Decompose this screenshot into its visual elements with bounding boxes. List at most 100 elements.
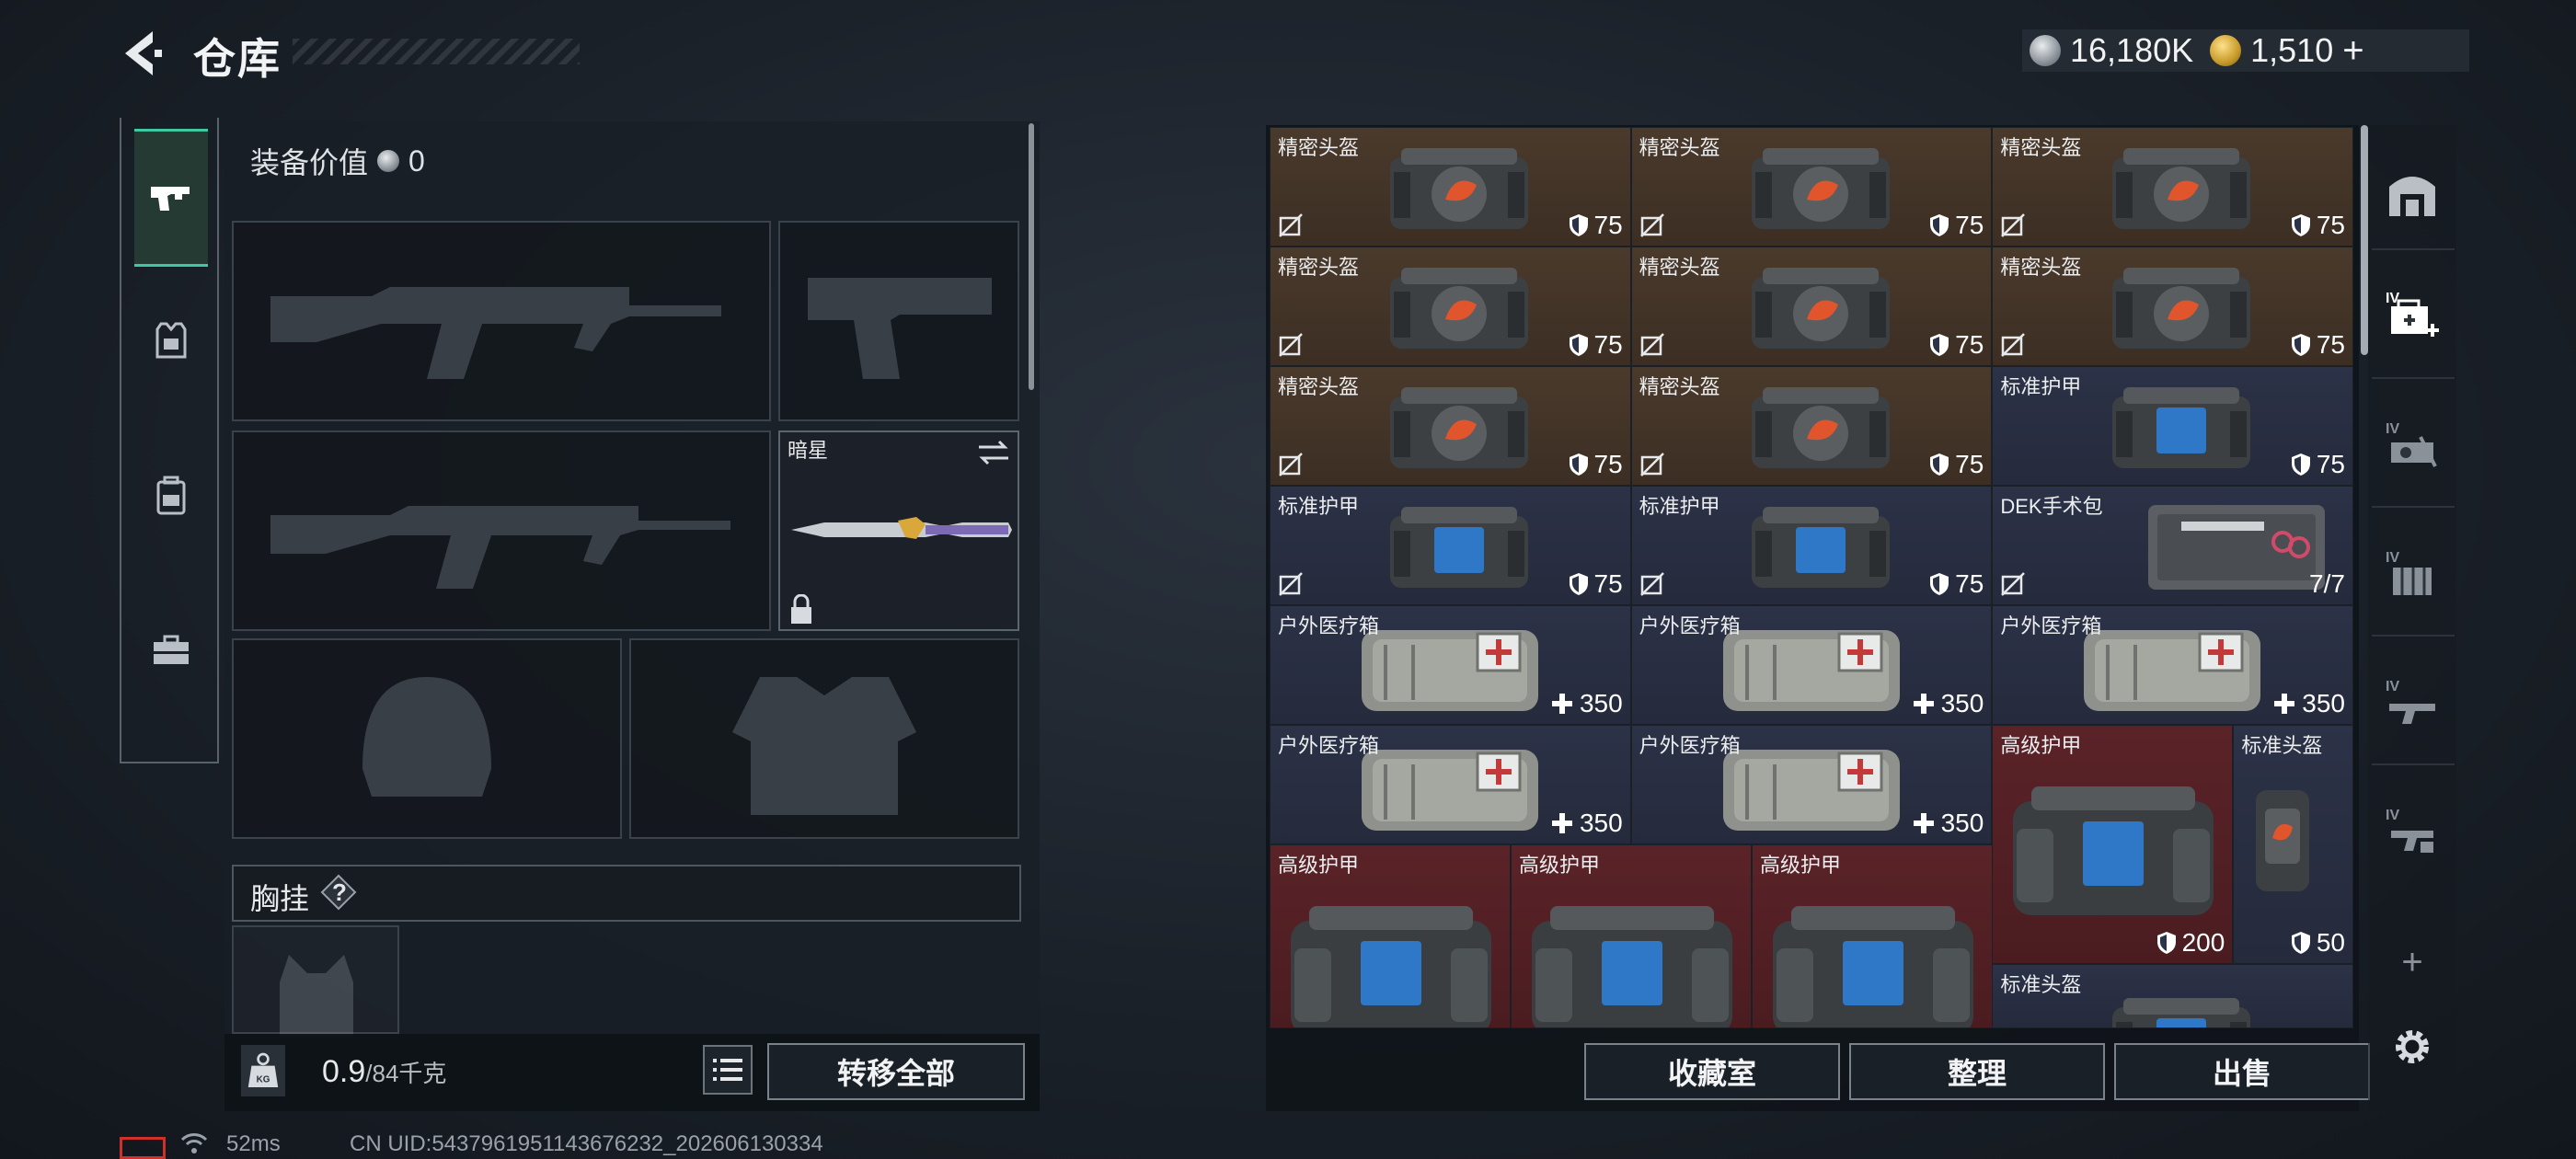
help-button[interactable]: ? (320, 874, 357, 911)
gold-currency[interactable]: 1,510 + (2210, 30, 2364, 72)
chest-rig-silhouette-icon (280, 955, 353, 1038)
item-name: 标准护甲 (1278, 495, 1360, 518)
item-value: 75 (2291, 450, 2345, 479)
smallhelmet-item-icon (2250, 781, 2315, 905)
shield-icon (2291, 932, 2310, 954)
item-value: 75 (1929, 569, 1984, 599)
item-value: 75 (1929, 211, 1984, 240)
uninsured-icon (1639, 213, 1664, 237)
weapon-bench-button[interactable]: IV (2379, 671, 2445, 738)
back-button[interactable] (118, 28, 166, 79)
weight-icon: KG (241, 1045, 285, 1096)
storage-item[interactable]: 标准头盔 50 (2233, 725, 2353, 964)
storage-item[interactable]: 户外医疗箱 350 (1270, 725, 1631, 844)
rifle-silhouette-icon (270, 506, 730, 589)
item-name: 精密头盔 (2000, 136, 2082, 159)
transfer-all-button[interactable]: 转移全部 (767, 1043, 1025, 1100)
storage-item[interactable]: 精密头盔 75 (1270, 366, 1631, 486)
storage-item[interactable]: 精密头盔 75 (1630, 247, 1993, 366)
item-name: 标准头盔 (2000, 973, 2082, 996)
body-armor-slot[interactable] (629, 638, 1019, 839)
add-currency-button[interactable]: + (2342, 30, 2363, 72)
item-name: 标准头盔 (2241, 734, 2323, 757)
storage-item[interactable]: 精密头盔 75 (1270, 247, 1631, 366)
storage-scrollbar[interactable] (2361, 125, 2368, 355)
item-value-text: 50 (2316, 928, 2345, 957)
storage-item[interactable]: 高级护甲 (1511, 844, 1752, 1028)
storage-item[interactable]: 精密头盔 75 (1630, 366, 1993, 486)
nav-backpack[interactable] (134, 427, 208, 565)
tier-label: IV (2386, 421, 2399, 437)
item-value: 200 (2156, 928, 2225, 958)
list-view-button[interactable] (703, 1045, 753, 1095)
collection-room-button[interactable]: 收藏室 (1584, 1043, 1840, 1100)
list-icon (713, 1059, 742, 1081)
item-value-text: 75 (1955, 569, 1984, 598)
uninsured-icon (2001, 333, 2026, 357)
pistol-slot[interactable] (778, 221, 1019, 421)
helmet-slot[interactable] (232, 638, 622, 839)
storage-item[interactable]: 标准护甲 75 (1992, 366, 2353, 486)
sell-button[interactable]: 出售 (2114, 1043, 2370, 1100)
vest-silhouette-icon (732, 677, 916, 815)
loadout-category-nav (120, 118, 219, 763)
shield-icon (1569, 214, 1588, 236)
divider (2372, 635, 2455, 637)
item-value: 350 (1912, 689, 1984, 718)
storage-item[interactable]: 精密头盔 75 (1992, 247, 2353, 366)
nav-case[interactable] (134, 581, 208, 719)
safe-room-button[interactable] (2379, 160, 2445, 226)
storage-item[interactable]: 高级护甲 200 (1992, 725, 2234, 964)
swap-icon[interactable] (975, 436, 1012, 469)
item-value: 7/7 (2309, 569, 2345, 599)
item-name: 精密头盔 (1278, 375, 1360, 398)
item-value-text: 75 (1955, 211, 1984, 239)
item-name: 户外医疗箱 (1278, 734, 1380, 757)
storage-item[interactable]: 高级护甲 (1270, 844, 1511, 1028)
loadout-scrollbar[interactable] (1029, 123, 1034, 390)
ping-readout: 52ms (226, 1131, 281, 1156)
item-value: 75 (1569, 211, 1623, 240)
storage-item[interactable]: 户外医疗箱 350 (1630, 725, 1993, 844)
workbench-button[interactable]: IV (2379, 414, 2445, 480)
storage-item[interactable]: 高级护甲 (1752, 844, 1993, 1028)
storage-level4-icon: IV (2386, 550, 2432, 595)
item-value: 75 (1929, 330, 1984, 360)
storage-item[interactable]: 标准护甲 75 (1270, 486, 1631, 605)
medical-level4-icon: IV (2386, 291, 2439, 337)
armor-bench-button[interactable]: IV (2379, 800, 2445, 866)
storage-item[interactable]: 户外医疗箱 350 (1630, 605, 1993, 725)
sort-button[interactable]: 整理 (1849, 1043, 2105, 1100)
chest-rig-label: 胸挂 (250, 882, 310, 915)
battery-icon (120, 1137, 166, 1159)
item-name: 精密头盔 (1278, 136, 1360, 159)
silver-coin-icon (2030, 35, 2061, 66)
currency-bar: 16,180K 1,510 + (2022, 29, 2469, 72)
chest-rig-slot[interactable] (232, 925, 399, 1038)
storage-item[interactable]: 标准头盔 (1992, 964, 2353, 1028)
storage-item[interactable]: DEK手术包 7/7 (1992, 486, 2353, 605)
primary-weapon-slot-1[interactable] (232, 221, 771, 421)
primary-weapon-slot-2[interactable] (232, 430, 771, 631)
medical-station-button[interactable]: IV (2379, 283, 2445, 350)
storage-item[interactable]: 精密头盔 75 (1630, 127, 1993, 247)
item-name: 高级护甲 (2000, 734, 2082, 757)
nav-armor[interactable] (134, 272, 208, 410)
storage-item[interactable]: 精密头盔 75 (1270, 127, 1631, 247)
item-value: 75 (2291, 330, 2345, 360)
item-name: 标准护甲 (1639, 495, 1720, 518)
silver-coin-icon (377, 150, 400, 172)
armor-item-icon (1381, 494, 1537, 600)
storage-item[interactable]: 户外医疗箱 350 (1992, 605, 2353, 725)
melee-name: 暗星 (788, 439, 829, 462)
add-facility-button[interactable]: + (2379, 929, 2445, 995)
storage-item[interactable]: 标准护甲 75 (1630, 486, 1993, 605)
silver-currency[interactable]: 16,180K (2030, 31, 2193, 70)
settings-button[interactable] (2379, 1014, 2445, 1080)
shield-icon (1930, 573, 1949, 595)
storage-item[interactable]: 户外医疗箱 350 (1270, 605, 1631, 725)
toolbox-icon (154, 635, 189, 664)
storage-station-button[interactable]: IV (2379, 543, 2445, 609)
nav-weapon[interactable] (134, 129, 208, 267)
storage-item[interactable]: 精密头盔 75 (1992, 127, 2353, 247)
